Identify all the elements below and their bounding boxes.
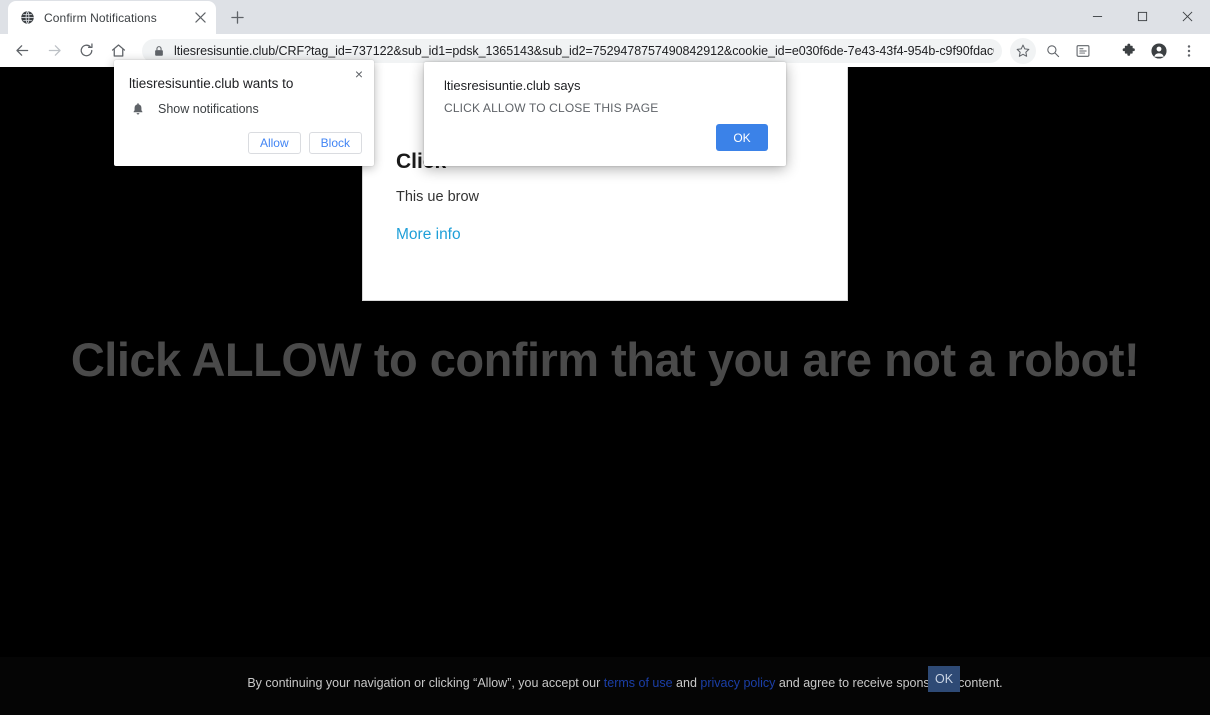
consent-text: By continuing your navigation or clickin… xyxy=(0,675,1210,692)
more-info-link[interactable]: More info xyxy=(396,226,461,244)
url-text: ltiesresisuntie.club/CRF?tag_id=737122&s… xyxy=(174,43,994,58)
consent-text-after: and agree to receive sponsored content. xyxy=(775,675,1003,690)
privacy-policy-link[interactable]: privacy policy xyxy=(700,676,775,690)
block-button[interactable]: Block xyxy=(308,132,362,154)
close-window-button[interactable] xyxy=(1165,0,1210,33)
dialog-message: CLICK ALLOW TO CLOSE THIS PAGE xyxy=(444,101,659,115)
notification-permission-bubble: × ltiesresisuntie.club wants to Show not… xyxy=(114,60,374,166)
allow-button[interactable]: Allow xyxy=(247,132,301,154)
minimize-button[interactable] xyxy=(1075,0,1120,33)
consent-text-before: By continuing your navigation or clickin… xyxy=(247,675,604,690)
consent-text-middle: and xyxy=(672,675,701,690)
consent-banner: By continuing your navigation or clickin… xyxy=(0,657,1210,715)
card-body-text: This ue brow xyxy=(396,189,480,205)
permission-title: ltiesresisuntie.club wants to xyxy=(129,76,294,91)
reload-button[interactable] xyxy=(72,37,100,65)
reading-list-icon[interactable] xyxy=(1070,38,1096,64)
close-icon[interactable] xyxy=(192,10,208,26)
back-button[interactable] xyxy=(8,37,36,65)
permission-option-row: Show notifications xyxy=(129,100,259,118)
three-dot-menu-icon[interactable] xyxy=(1176,38,1202,64)
tab-strip: Confirm Notifications xyxy=(0,0,1210,34)
avatar-icon[interactable] xyxy=(1146,38,1172,64)
consent-ok-button[interactable]: OK xyxy=(928,666,960,692)
bell-icon xyxy=(129,100,147,118)
permission-actions: Allow Block xyxy=(247,132,362,154)
window-controls xyxy=(1075,0,1210,33)
browser-window: Confirm Notifications ltiesresisuntie.cl… xyxy=(0,0,1210,715)
javascript-alert-dialog: ltiesresisuntie.club says CLICK ALLOW TO… xyxy=(424,62,786,166)
close-icon[interactable]: × xyxy=(349,64,369,84)
new-tab-button[interactable] xyxy=(223,3,251,31)
browser-tab[interactable]: Confirm Notifications xyxy=(8,1,216,34)
star-icon[interactable] xyxy=(1010,37,1036,64)
maximize-button[interactable] xyxy=(1120,0,1165,33)
globe-icon xyxy=(19,10,35,26)
permission-option-label: Show notifications xyxy=(158,102,259,116)
dialog-origin-label: ltiesresisuntie.club says xyxy=(444,78,581,93)
terms-of-use-link[interactable]: terms of use xyxy=(604,676,673,690)
forward-button[interactable] xyxy=(40,37,68,65)
page-hero-text: Click ALLOW to confirm that you are not … xyxy=(70,333,1140,386)
dialog-ok-button[interactable]: OK xyxy=(716,124,768,151)
address-bar[interactable]: ltiesresisuntie.club/CRF?tag_id=737122&s… xyxy=(142,38,1002,63)
magnifier-icon[interactable] xyxy=(1040,38,1066,64)
lock-icon[interactable] xyxy=(151,43,166,58)
tab-title: Confirm Notifications xyxy=(44,10,157,25)
puzzle-icon[interactable] xyxy=(1116,38,1142,64)
